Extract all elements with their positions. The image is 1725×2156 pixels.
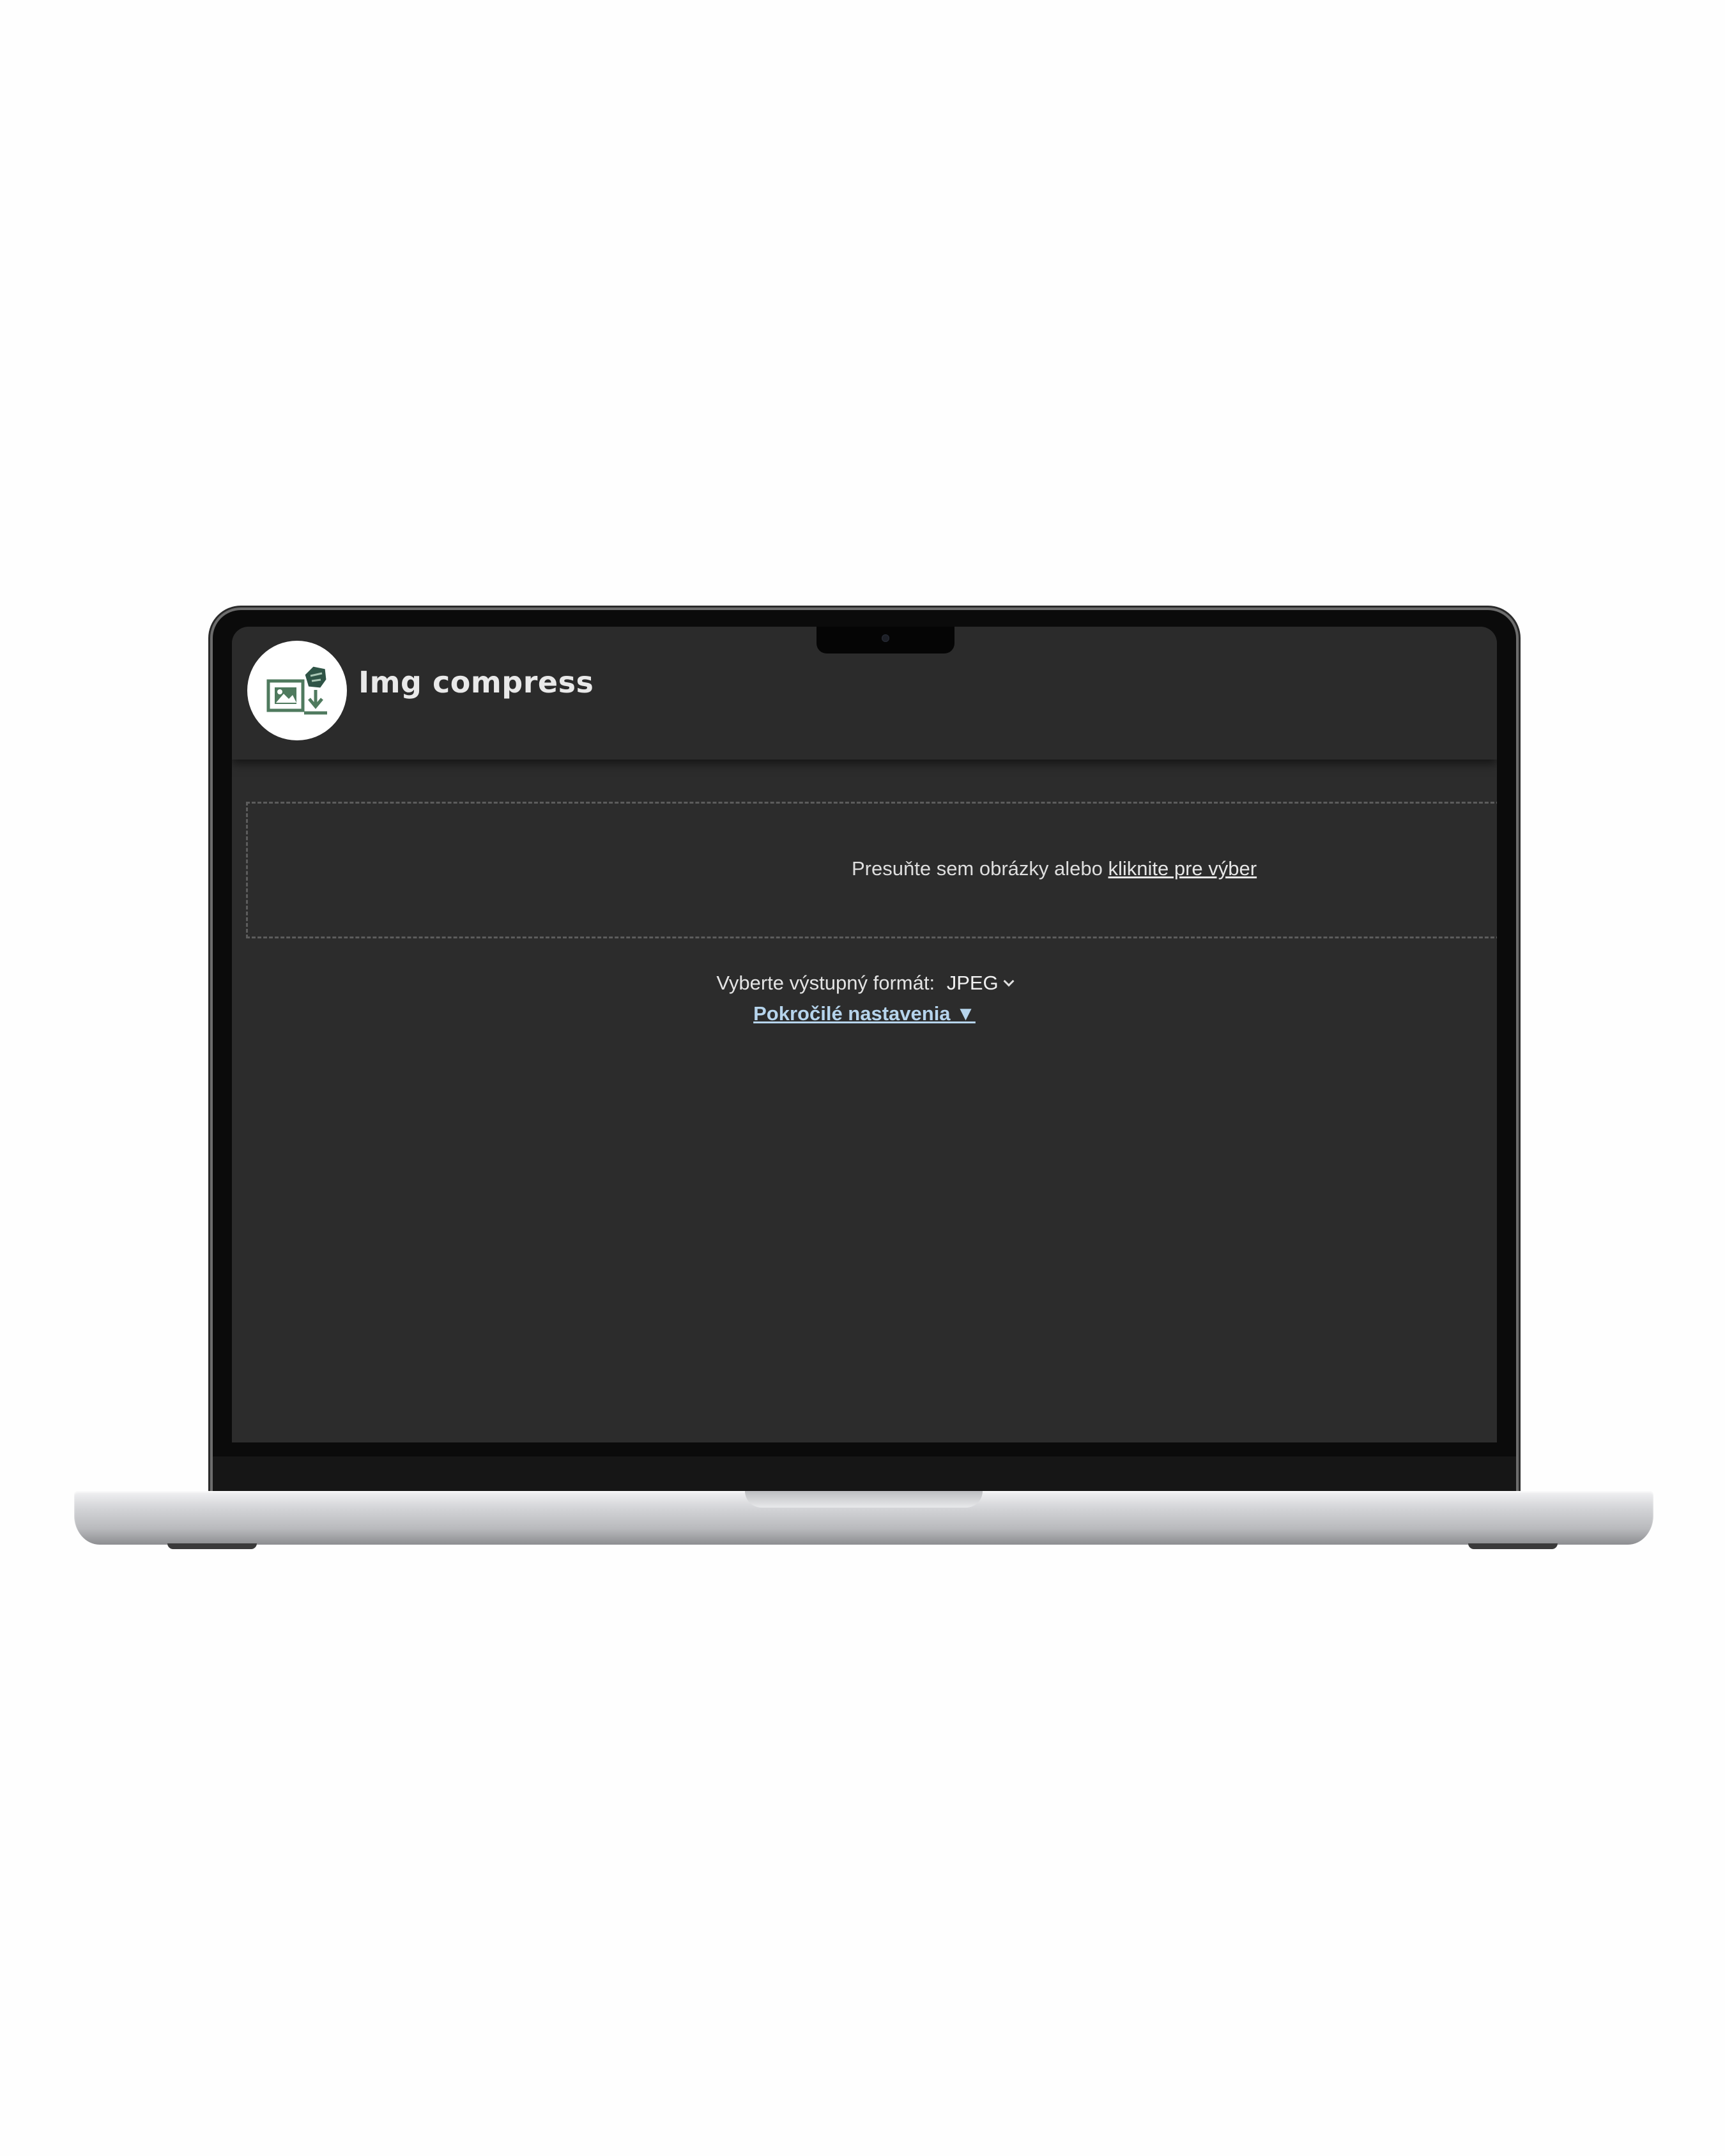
dropzone-text: Presuňte sem obrázky alebo [852, 857, 1103, 880]
laptop-chin [213, 1456, 1516, 1494]
app-logo[interactable] [247, 641, 347, 740]
output-format-label: Vyberte výstupný formát: [716, 972, 935, 994]
dropzone-instructions: Presuňte sem obrázky alebo kliknite pre … [852, 857, 1257, 880]
select-files-link[interactable]: kliknite pre výber [1108, 857, 1257, 880]
laptop-foot-right [1468, 1543, 1558, 1549]
advanced-settings-toggle: Pokročilé nastavenia ▼ [232, 1002, 1497, 1025]
image-compress-icon [266, 664, 328, 715]
output-format-row: Vyberte výstupný formát: JPEG [232, 972, 1497, 995]
laptop-screen: Img compress Presuňte sem obrázky alebo … [232, 627, 1497, 1442]
camera-icon [882, 634, 889, 642]
file-dropzone[interactable]: Presuňte sem obrázky alebo kliknite pre … [246, 802, 1497, 938]
camera-notch [816, 627, 954, 654]
laptop-lid: Img compress Presuňte sem obrázky alebo … [213, 610, 1516, 1494]
app-title: Img compress [358, 665, 594, 700]
output-format-value: JPEG [946, 972, 999, 994]
output-format-select[interactable]: JPEG [946, 972, 1015, 995]
chevron-down-icon [1003, 975, 1015, 987]
laptop-base [74, 1491, 1653, 1545]
laptop-foot-left [167, 1543, 257, 1549]
device-mockup: Img compress Presuňte sem obrázky alebo … [0, 0, 1725, 2156]
laptop-opening-notch [745, 1491, 983, 1508]
advanced-settings-link[interactable]: Pokročilé nastavenia ▼ [753, 1002, 976, 1025]
